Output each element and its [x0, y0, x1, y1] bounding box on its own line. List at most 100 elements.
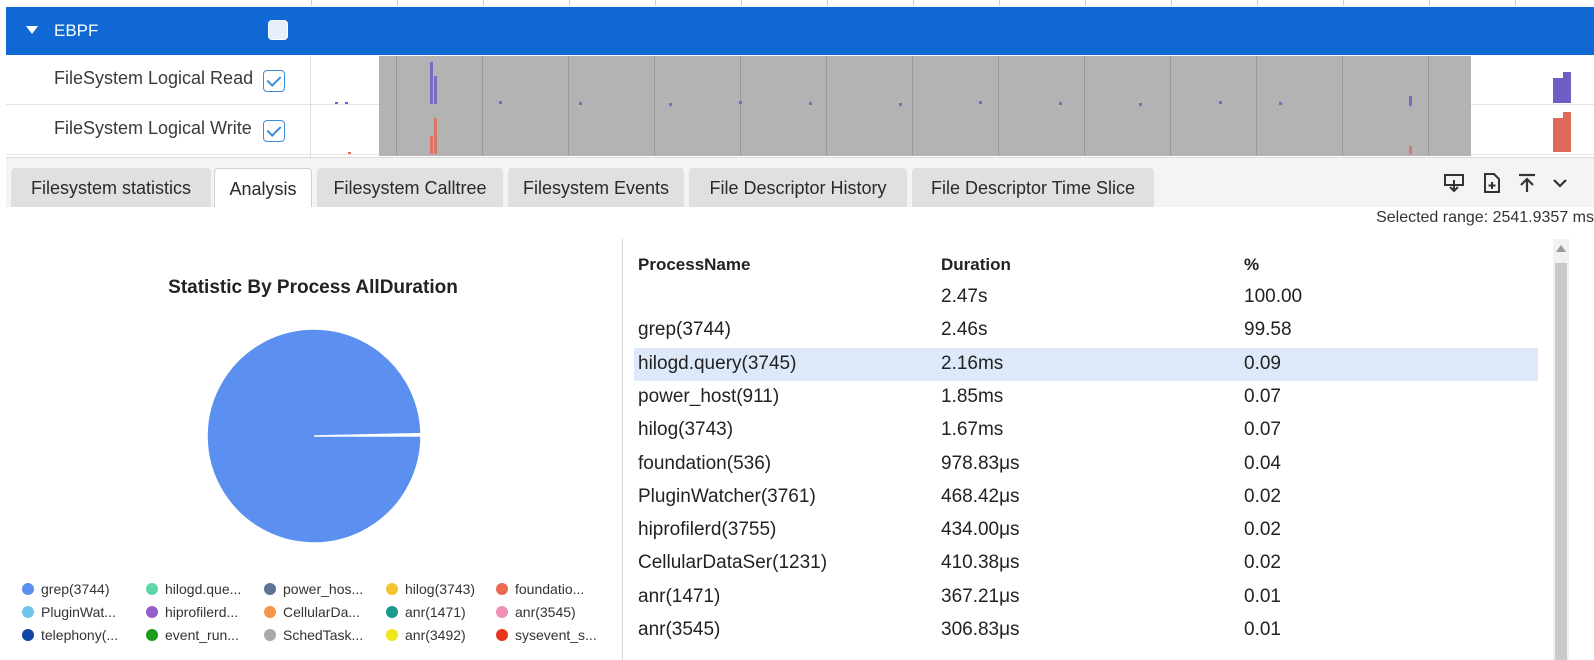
vertical-scrollbar[interactable]	[1553, 239, 1569, 660]
legend-swatch	[264, 583, 276, 595]
ruler-tick	[1085, 0, 1086, 6]
tab-file-descriptor-time-slice[interactable]: File Descriptor Time Slice	[912, 168, 1154, 208]
table-row[interactable]: grep(3744) 2.46s 99.58	[634, 314, 1538, 347]
expand-up-icon[interactable]	[1516, 172, 1538, 194]
tab-filesystem-events[interactable]: Filesystem Events	[508, 168, 684, 208]
activity-bar	[809, 102, 812, 105]
table-row[interactable]: anr(3545) 306.83μs 0.01	[634, 614, 1538, 647]
selection-range-overlay[interactable]	[379, 56, 1471, 156]
download-icon[interactable]	[1443, 172, 1465, 194]
legend-item[interactable]: anr(1471)	[386, 604, 466, 620]
activity-bar	[1409, 146, 1412, 154]
legend-item[interactable]: PluginWat...	[22, 604, 116, 620]
pie-chart[interactable]	[206, 328, 422, 544]
legend-label: anr(3492)	[405, 627, 466, 643]
activity-bar	[979, 101, 982, 104]
selected-range-label: Selected range: 2541.9357 ms	[1376, 209, 1594, 226]
header-duration[interactable]: Duration	[941, 255, 1011, 275]
legend-item[interactable]: power_hos...	[264, 581, 363, 597]
legend-swatch	[264, 606, 276, 618]
time-gridline	[396, 56, 397, 156]
table-row[interactable]: CellularDataSer(1231) 410.38μs 0.02	[634, 547, 1538, 580]
new-file-icon[interactable]	[1481, 172, 1503, 194]
activity-bar	[1279, 102, 1282, 105]
legend-item[interactable]: anr(3545)	[496, 604, 576, 620]
ruler-tick	[1429, 0, 1430, 6]
tab-label: Filesystem Calltree	[333, 177, 487, 198]
legend-item[interactable]: anr(3492)	[386, 627, 466, 643]
cell-duration: 410.38μs	[941, 552, 1020, 574]
time-gridline	[998, 56, 999, 156]
tab-file-descriptor-history[interactable]: File Descriptor History	[689, 168, 907, 208]
legend-swatch	[386, 583, 398, 595]
legend-item[interactable]: hilog(3743)	[386, 581, 475, 597]
time-gridline	[826, 56, 827, 156]
header-process-name[interactable]: ProcessName	[638, 255, 750, 275]
legend-swatch	[386, 629, 398, 641]
legend-label: anr(1471)	[405, 604, 466, 620]
legend-item[interactable]: hiprofilerd...	[146, 604, 238, 620]
scrollbar-thumb[interactable]	[1555, 263, 1567, 660]
table-row[interactable]: PluginWatcher(3761) 468.42μs 0.02	[634, 481, 1538, 514]
legend-label: power_hos...	[283, 581, 364, 597]
tab-analysis[interactable]: Analysis	[214, 168, 312, 209]
table-row[interactable]: power_host(911) 1.85ms 0.07	[634, 381, 1538, 414]
legend-item[interactable]: grep(3744)	[22, 581, 110, 597]
legend-swatch	[496, 629, 508, 641]
ruler-tick	[1515, 0, 1516, 6]
track-name: FileSystem Logical Read	[54, 68, 254, 88]
legend-item[interactable]: CellularDa...	[264, 604, 360, 620]
collapse-arrow-icon[interactable]	[26, 26, 38, 34]
legend-item[interactable]: event_run...	[146, 627, 239, 643]
table-row[interactable]: hiprofilerd(3755) 434.00μs 0.02	[634, 514, 1538, 547]
activity-bar	[1563, 72, 1571, 103]
cell-percent: 0.02	[1244, 519, 1281, 541]
cell-process-name: foundation(536)	[638, 452, 772, 474]
ruler-tick	[999, 0, 1000, 6]
cell-duration: 434.00μs	[941, 519, 1020, 541]
activity-bar	[899, 103, 902, 106]
legend-item[interactable]: hilogd.que...	[146, 581, 241, 597]
ebpf-group-row[interactable]: EBPF	[6, 7, 1594, 55]
time-gridline	[654, 56, 655, 156]
tab-filesystem-calltree[interactable]: Filesystem Calltree	[317, 168, 503, 208]
activity-bar	[1409, 96, 1412, 104]
legend-item[interactable]: foundatio...	[496, 581, 584, 597]
legend-item[interactable]: SchedTask...	[264, 627, 363, 643]
legend-label: CellularDa...	[283, 604, 361, 620]
track-name: FileSystem Logical Write	[54, 118, 252, 138]
cell-process-name: hilogd.query(3745)	[638, 352, 797, 374]
cell-process-name: CellularDataSer(1231)	[638, 552, 828, 574]
legend-swatch	[496, 606, 508, 618]
track-checkbox[interactable]	[263, 120, 285, 142]
scroll-up-arrow-icon[interactable]	[1556, 245, 1566, 252]
cell-percent: 0.02	[1244, 552, 1281, 574]
legend-swatch	[496, 583, 508, 595]
legend-swatch	[264, 629, 276, 641]
activity-bar	[499, 101, 502, 104]
cell-percent: 0.04	[1244, 452, 1281, 474]
track-checkbox[interactable]	[263, 70, 285, 92]
tab-filesystem-statistics[interactable]: Filesystem statistics	[11, 168, 211, 208]
cell-duration: 306.83μs	[941, 619, 1020, 640]
table-row[interactable]: foundation(536) 978.83μs 0.04	[634, 448, 1538, 481]
cell-duration: 1.67ms	[941, 419, 1004, 441]
cell-percent: 0.01	[1244, 585, 1281, 607]
panel-divider[interactable]	[622, 239, 623, 660]
ruler-tick	[397, 0, 398, 6]
legend-item[interactable]: sysevent_s...	[496, 627, 597, 643]
time-ruler	[0, 0, 1594, 6]
legend-label: anr(3545)	[515, 604, 576, 620]
group-checkbox[interactable]	[268, 20, 288, 40]
table-row[interactable]: hilogd.query(3745) 2.16ms 0.09	[634, 347, 1538, 381]
cell-process-name: hilog(3743)	[638, 419, 734, 441]
legend-item[interactable]: telephony(...	[22, 627, 118, 643]
chart-title: Statistic By Process AllDuration	[168, 277, 458, 298]
header-percent[interactable]: %	[1244, 255, 1259, 275]
cell-percent: 0.07	[1244, 385, 1281, 407]
table-row[interactable]: anr(1471) 367.21μs 0.01	[634, 581, 1538, 614]
table-row[interactable]: 2.47s 100.00	[634, 281, 1538, 314]
table-row[interactable]: hilog(3743) 1.67ms 0.07	[634, 414, 1538, 447]
chevron-down-icon[interactable]	[1552, 172, 1568, 194]
time-gridline	[1342, 56, 1343, 156]
